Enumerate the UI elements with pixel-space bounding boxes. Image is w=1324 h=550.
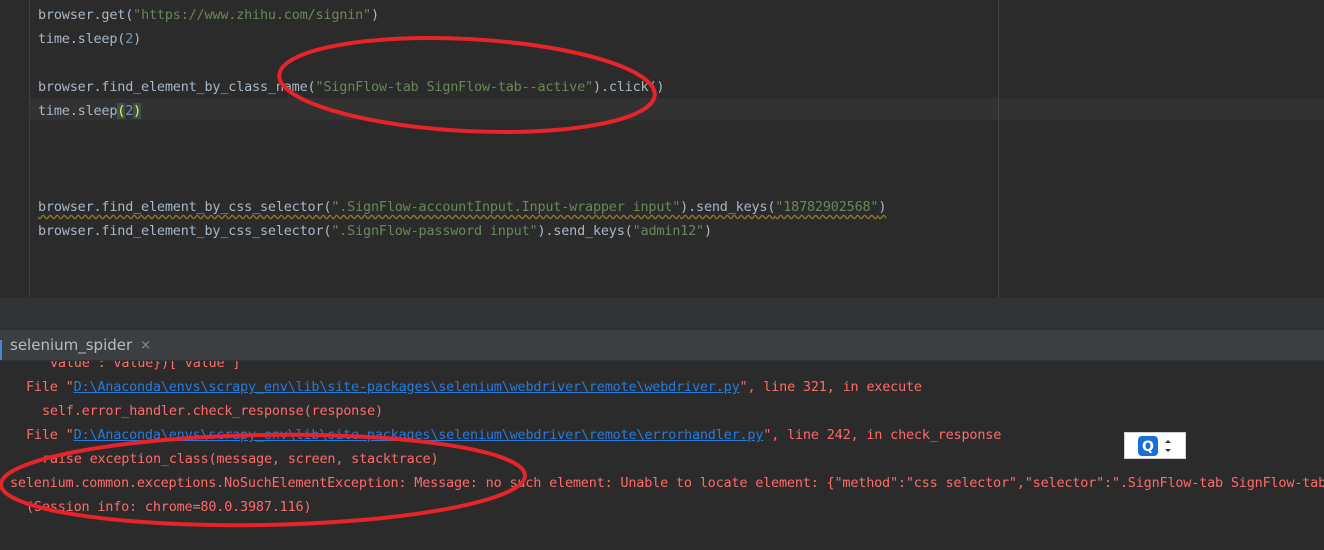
up-down-arrow-icon[interactable] <box>1163 437 1173 455</box>
gutter-separator <box>29 0 30 298</box>
code-token: "SignFlow-tab SignFlow-tab--active" <box>315 79 593 95</box>
code-line[interactable]: browser.find_element_by_css_selector(".S… <box>38 219 712 243</box>
code-token: ).send_keys( <box>680 199 776 215</box>
q-logo-icon: Q <box>1138 435 1158 456</box>
code-token: ) <box>878 199 887 215</box>
tab-active-indicator <box>0 340 2 360</box>
run-tool-window-header: selenium_spider × <box>0 330 1324 361</box>
code-token[interactable]: D:\Anaconda\envs\scrapy_env\lib\site-pac… <box>74 427 764 443</box>
code-token: ) <box>133 103 142 119</box>
code-token: browser.get( <box>38 7 134 23</box>
console-line: selenium.common.exceptions.NoSuchElement… <box>10 471 1324 495</box>
current-line-highlight <box>30 98 1324 120</box>
code-token: File " <box>26 427 74 443</box>
code-token: ).click() <box>592 79 665 95</box>
code-token: 2 <box>125 31 134 47</box>
code-token: self.error_handler.check_response(respon… <box>42 403 383 419</box>
code-token: ) <box>370 7 379 23</box>
code-line[interactable]: time.sleep(2) <box>38 27 141 51</box>
code-editor[interactable]: browser.get("https://www.zhihu.com/signi… <box>0 0 1324 298</box>
console-line: File "D:\Anaconda\envs\scrapy_env\lib\si… <box>26 375 922 399</box>
code-token: ", line 242, in check_response <box>763 427 1002 443</box>
code-token: browser.find_element_by_css_selector( <box>38 199 332 215</box>
code-token: ) <box>133 31 142 47</box>
code-token: raise exception_class(message, screen, s… <box>42 451 439 467</box>
svg-text:Q: Q <box>1142 439 1154 455</box>
code-token: ".SignFlow-password input" <box>331 223 538 239</box>
code-token: time.sleep <box>38 103 118 119</box>
code-token: "18782902568" <box>775 199 879 215</box>
code-token: 2 <box>125 103 134 119</box>
console-line: (Session info: chrome=80.0.3987.116) <box>26 495 312 519</box>
right-margin-guide <box>998 0 999 298</box>
code-line[interactable]: browser.get("https://www.zhihu.com/signi… <box>38 3 379 27</box>
code-token: "admin12" <box>632 223 705 239</box>
close-icon[interactable]: × <box>140 338 151 353</box>
code-line[interactable]: browser.find_element_by_class_name("Sign… <box>38 75 665 99</box>
console-line: File "D:\Anaconda\envs\scrapy_env\lib\si… <box>26 423 1001 447</box>
code-line[interactable]: time.sleep(2) <box>38 99 141 123</box>
code-token: browser.find_element_by_class_name( <box>38 79 316 95</box>
run-tab-selenium-spider[interactable]: selenium_spider × <box>0 330 160 360</box>
code-token[interactable]: D:\Anaconda\envs\scrapy_env\lib\site-pac… <box>74 379 740 395</box>
code-token: ".SignFlow-accountInput.Input-wrapper in… <box>331 199 681 215</box>
code-token: ).send_keys( <box>537 223 633 239</box>
console-line: raise exception_class(message, screen, s… <box>42 447 439 471</box>
code-line[interactable]: browser.find_element_by_css_selector(".S… <box>38 195 886 219</box>
code-token: "https://www.zhihu.com/signin" <box>133 7 371 23</box>
code-token: browser.find_element_by_css_selector( <box>38 223 332 239</box>
code-token: (Session info: chrome=80.0.3987.116) <box>26 499 312 515</box>
code-token: ", line 321, in execute <box>739 379 923 395</box>
console-line: self.error_handler.check_response(respon… <box>42 399 383 423</box>
code-token: selenium.common.exceptions.NoSuchElement… <box>10 475 1324 491</box>
floating-assistant-widget[interactable]: Q <box>1124 432 1186 459</box>
code-token: File " <box>26 379 74 395</box>
console-line: value : value})['value'] <box>50 361 240 375</box>
code-token: value : value})['value'] <box>50 361 241 371</box>
code-token: ) <box>703 223 712 239</box>
run-tab-label: selenium_spider <box>10 336 133 354</box>
code-token: time.sleep( <box>38 31 126 47</box>
panel-separator[interactable] <box>0 298 1324 330</box>
